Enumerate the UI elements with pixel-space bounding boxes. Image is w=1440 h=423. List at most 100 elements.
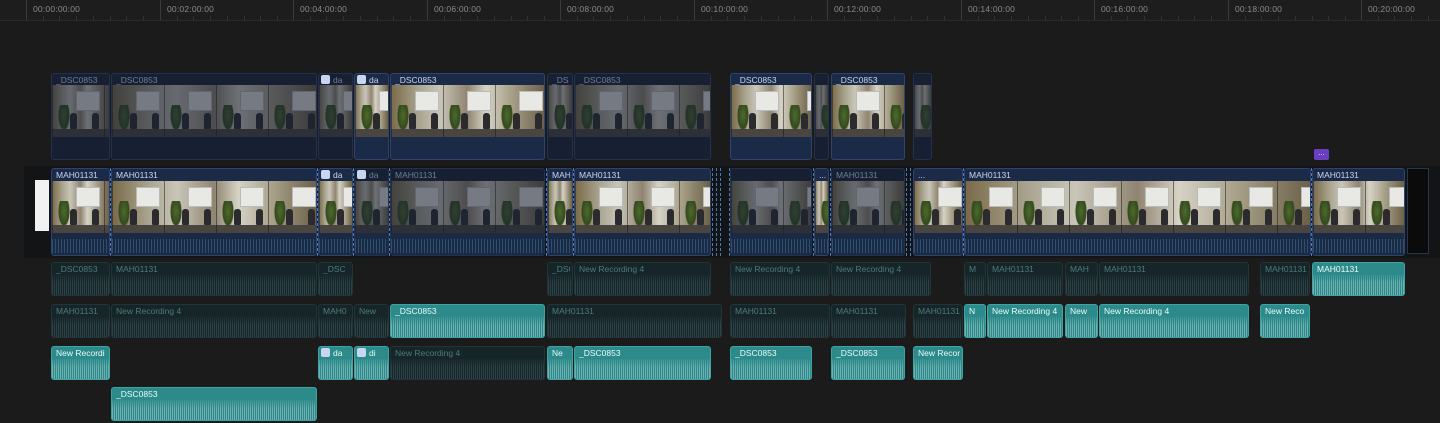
audio-clip[interactable]: MAH01131 bbox=[730, 304, 830, 338]
video-clip[interactable]: da bbox=[318, 73, 353, 160]
audio-waveform bbox=[1066, 275, 1097, 295]
edit-point[interactable] bbox=[813, 168, 814, 256]
audio-clip[interactable]: di bbox=[354, 346, 389, 380]
audio-clip[interactable]: N bbox=[964, 304, 986, 338]
audio-clip[interactable]: _DSC0853 bbox=[831, 346, 905, 380]
edit-point[interactable] bbox=[906, 168, 907, 256]
audio-clip[interactable]: New Recording 4 bbox=[987, 304, 1063, 338]
clip-name: New Recording 4 bbox=[735, 264, 801, 274]
audio-clip[interactable]: _DSC0853 bbox=[390, 304, 545, 338]
video-clip[interactable]: MAH01131 bbox=[831, 168, 905, 256]
ruler-minor-tick bbox=[142, 16, 144, 20]
filmstrip-frame-divider bbox=[268, 181, 269, 233]
audio-clip[interactable]: MAH bbox=[1065, 262, 1098, 296]
audio-clip[interactable]: da bbox=[318, 346, 353, 380]
audio-clip[interactable]: MAH0 bbox=[318, 304, 353, 338]
audio-clip[interactable]: New Recording 4 bbox=[831, 262, 931, 296]
audio-clip[interactable]: _DSC0853 bbox=[730, 346, 812, 380]
video-clip[interactable]: da bbox=[354, 73, 389, 160]
edit-point[interactable] bbox=[546, 168, 547, 256]
white-frame-clip[interactable] bbox=[35, 180, 49, 231]
audio-clip[interactable]: _DSC0853 bbox=[574, 346, 711, 380]
edit-point[interactable] bbox=[910, 168, 911, 256]
ruler-minor-tick bbox=[576, 16, 578, 20]
edit-point[interactable] bbox=[712, 168, 713, 256]
edit-point[interactable] bbox=[729, 168, 730, 256]
edit-point[interactable] bbox=[573, 168, 574, 256]
audio-clip[interactable]: MAH01131 bbox=[51, 304, 110, 338]
clip-name: ... bbox=[918, 170, 926, 180]
filmstrip-frame-divider bbox=[1173, 181, 1174, 233]
black-clip[interactable] bbox=[1407, 168, 1429, 254]
audio-clip[interactable]: _DSC0853 bbox=[111, 387, 317, 421]
edit-point[interactable] bbox=[1311, 168, 1312, 256]
audio-clip[interactable]: MAH01131 bbox=[1099, 262, 1249, 296]
timeline-ruler[interactable]: 00:00:00:00 00:02:00:00 00:04:00:00 00:06:0… bbox=[0, 0, 1440, 21]
audio-clip[interactable]: _DSC0853 bbox=[51, 262, 110, 296]
edit-point[interactable] bbox=[963, 168, 964, 256]
audio-clip[interactable]: New bbox=[1065, 304, 1098, 338]
video-clip[interactable]: da bbox=[354, 168, 389, 256]
video-clip[interactable]: MAH01131 bbox=[1312, 168, 1405, 256]
audio-clip[interactable]: New Recordi bbox=[51, 346, 110, 380]
ruler-minor-tick bbox=[359, 16, 361, 20]
audio-clip[interactable]: _DSC bbox=[318, 262, 353, 296]
video-clip[interactable] bbox=[730, 168, 812, 256]
video-clip[interactable]: _DS bbox=[547, 73, 573, 160]
thumb-person bbox=[983, 209, 990, 225]
edit-point[interactable] bbox=[353, 168, 354, 256]
video-clip[interactable]: MAH01131 bbox=[51, 168, 110, 256]
audio-clip[interactable]: New Recording 4 bbox=[1099, 304, 1249, 338]
edit-point[interactable] bbox=[720, 168, 721, 256]
video-clip[interactable]: _DSC0853 bbox=[574, 73, 711, 160]
video-clip[interactable]: da bbox=[318, 168, 353, 256]
edit-point[interactable] bbox=[389, 168, 390, 256]
video-clip[interactable]: _DSC0853 bbox=[730, 73, 812, 160]
audio-waveform bbox=[832, 317, 905, 337]
audio-clip[interactable]: New bbox=[354, 304, 389, 338]
compound-clip-icon bbox=[321, 170, 330, 179]
ruler-minor-tick bbox=[1278, 16, 1280, 20]
video-clip[interactable]: _DSC0853 bbox=[51, 73, 110, 160]
video-clip[interactable]: MAH01131 bbox=[574, 168, 711, 256]
video-clip[interactable]: MAH bbox=[547, 168, 573, 256]
ruler-minor-tick bbox=[893, 16, 895, 20]
edit-point[interactable] bbox=[317, 168, 318, 256]
audio-clip[interactable]: New Reco bbox=[1260, 304, 1310, 338]
audio-clip[interactable]: MAH01131 bbox=[1260, 262, 1310, 296]
audio-clip[interactable]: New Recor bbox=[913, 346, 963, 380]
audio-clip[interactable]: MAH01131 bbox=[913, 304, 963, 338]
video-clip[interactable] bbox=[814, 73, 829, 160]
audio-clip[interactable]: MAH01131 bbox=[987, 262, 1063, 296]
video-clip[interactable]: ... bbox=[814, 168, 829, 256]
video-clip[interactable]: _DSC0853 bbox=[111, 73, 317, 160]
video-clip[interactable]: _DSC0853 bbox=[390, 73, 545, 160]
audio-clip[interactable]: M bbox=[964, 262, 986, 296]
video-clip[interactable]: MAH01131 bbox=[111, 168, 317, 256]
ruler-major-tick bbox=[1228, 0, 1229, 20]
edit-point[interactable] bbox=[830, 168, 831, 256]
audio-clip[interactable]: New Recording 4 bbox=[390, 346, 545, 380]
video-clip[interactable]: _DSC0853 bbox=[831, 73, 905, 160]
audio-clip[interactable]: MAH01131 bbox=[547, 304, 722, 338]
audio-clip[interactable]: New Recording 4 bbox=[574, 262, 711, 296]
video-clip[interactable]: MAH01131 bbox=[390, 168, 545, 256]
edit-point[interactable] bbox=[716, 168, 717, 256]
audio-clip[interactable]: New Recording 4 bbox=[730, 262, 830, 296]
audio-clip[interactable]: MAH01131 bbox=[111, 262, 317, 296]
audio-clip[interactable]: MAH01131 bbox=[1312, 262, 1405, 296]
attached-audio-strip bbox=[832, 233, 904, 255]
audio-clip[interactable]: New Recording 4 bbox=[111, 304, 317, 338]
timeline-marker[interactable]: ... bbox=[1314, 149, 1329, 160]
video-clip[interactable] bbox=[913, 73, 932, 160]
thumb-person bbox=[70, 113, 77, 129]
clip-name: New bbox=[359, 306, 377, 316]
edit-point[interactable] bbox=[110, 168, 111, 256]
audio-clip[interactable]: _DSC bbox=[547, 262, 573, 296]
audio-clip[interactable]: Ne bbox=[547, 346, 573, 380]
video-clip[interactable]: MAH01131 bbox=[964, 168, 1311, 256]
video-clip[interactable]: ... bbox=[913, 168, 963, 256]
timeline[interactable]: 00:00:00:00 00:02:00:00 00:04:00:00 00:06:0… bbox=[0, 0, 1440, 423]
audio-clip[interactable]: MAH01131 bbox=[831, 304, 906, 338]
filmstrip-frame-divider bbox=[815, 181, 816, 233]
